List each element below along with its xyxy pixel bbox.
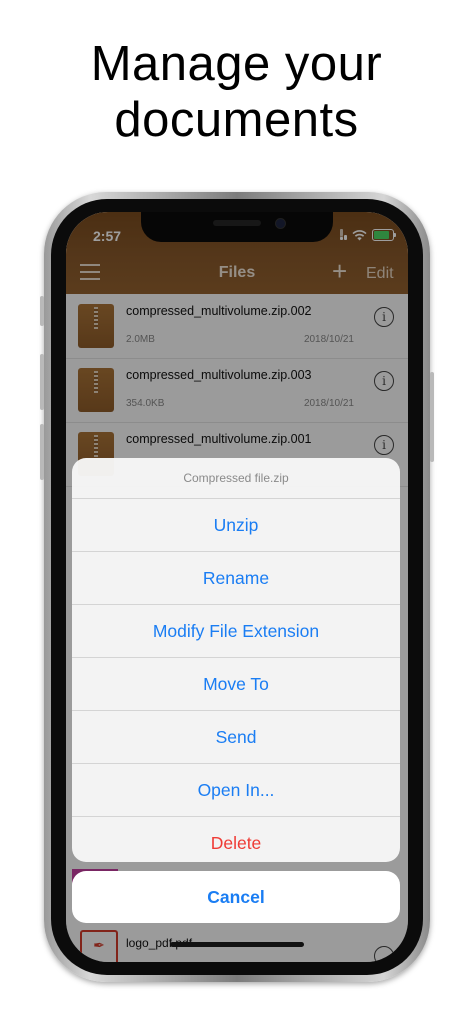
action-sheet-title: Compressed file.zip [72,458,400,499]
open-in-button[interactable]: Open In... [72,764,400,817]
volume-down-button [40,424,44,480]
headline-line-1: Manage your [90,37,383,91]
headline-line-2: documents [114,93,359,147]
mute-switch [40,296,44,326]
unzip-button[interactable]: Unzip [72,499,400,552]
modify-file-extension-button[interactable]: Modify File Extension [72,605,400,658]
phone-screen: 2:57 Files + Edit compressed_multivolume… [66,212,408,962]
delete-button[interactable]: Delete [72,817,400,862]
headline: Manage your documents [0,36,473,148]
cancel-button[interactable]: Cancel [72,871,400,923]
volume-up-button [40,354,44,410]
power-button [430,372,434,462]
action-sheet: Compressed file.zip Unzip Rename Modify … [72,458,400,862]
send-button[interactable]: Send [72,711,400,764]
rename-button[interactable]: Rename [72,552,400,605]
home-indicator[interactable] [170,942,304,947]
move-to-button[interactable]: Move To [72,658,400,711]
